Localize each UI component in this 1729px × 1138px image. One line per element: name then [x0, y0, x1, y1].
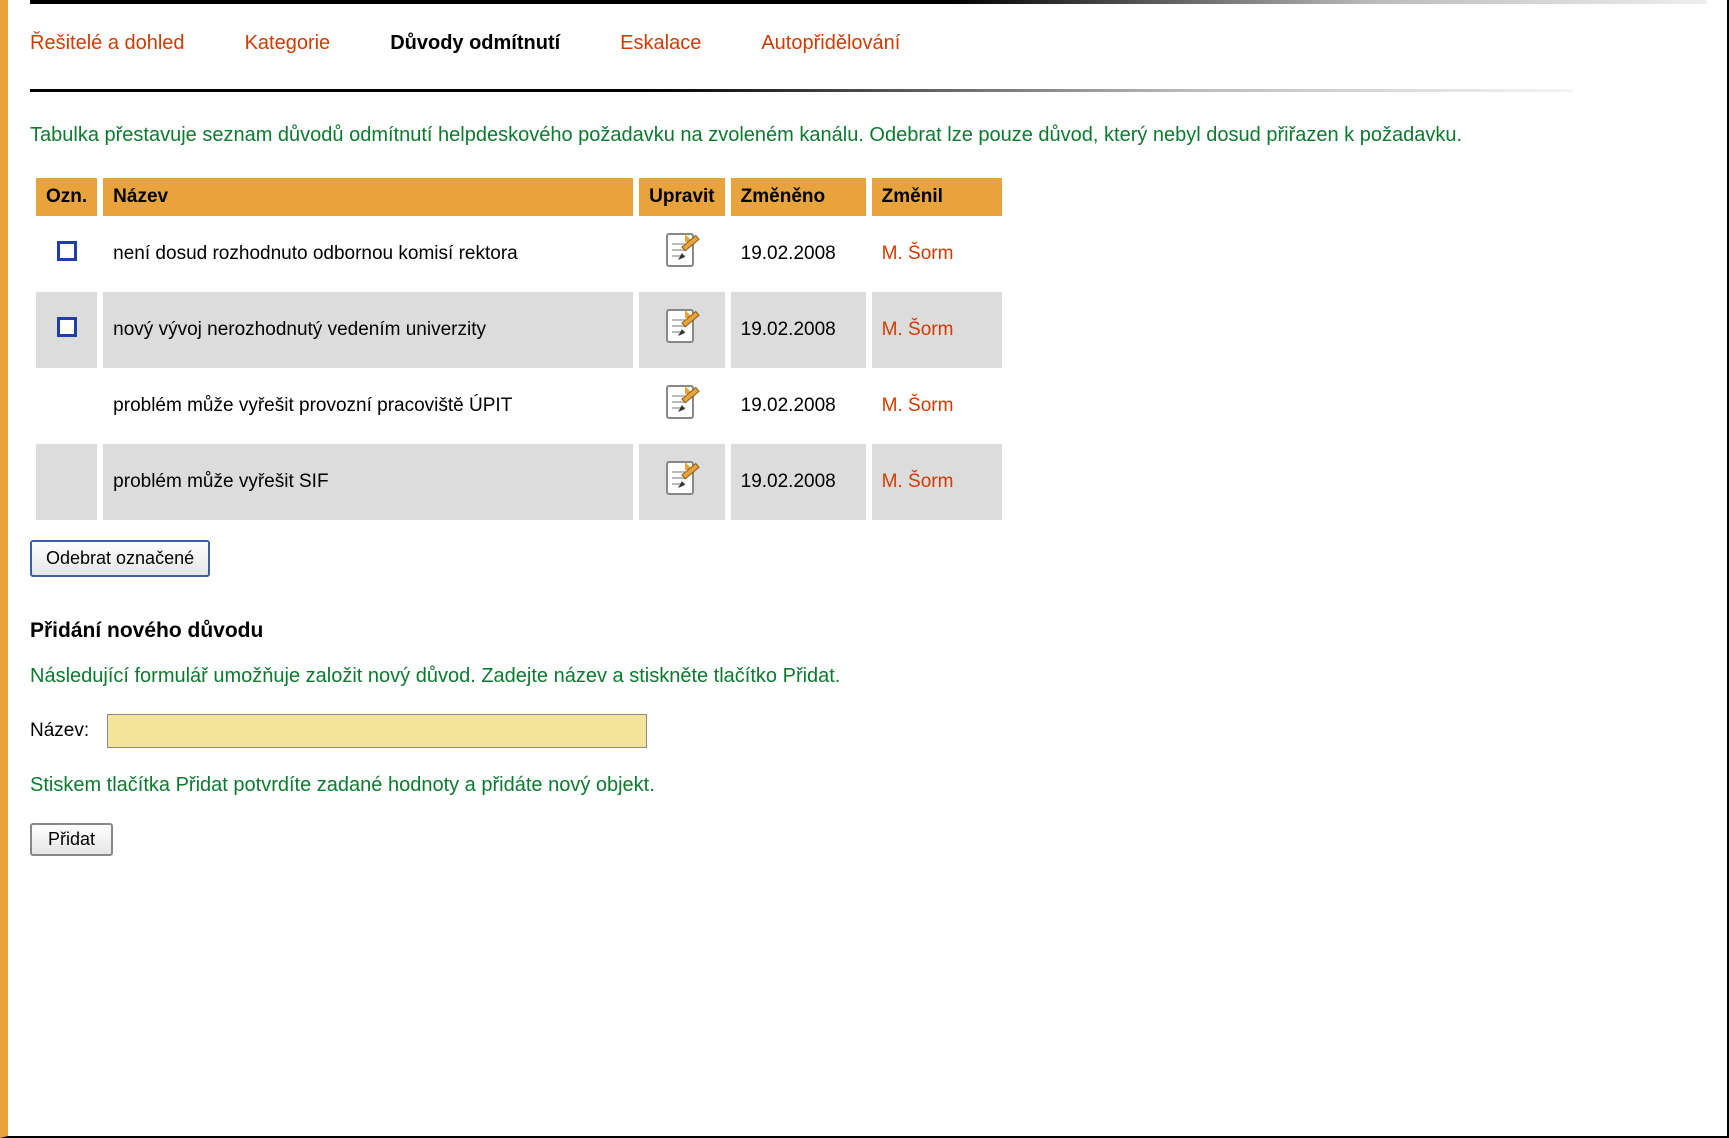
row-changed-by[interactable]: M. Šorm	[882, 395, 954, 416]
header-upravit: Upravit	[639, 178, 724, 216]
remove-selected-button[interactable]: Odebrat označené	[30, 540, 210, 577]
row-changed-date: 19.02.2008	[731, 444, 866, 520]
header-nazev: Název	[103, 178, 633, 216]
header-ozn: Ozn.	[36, 178, 97, 216]
row-name: nový vývoj nerozhodnutý vedením univerzi…	[103, 292, 633, 368]
edit-icon[interactable]	[661, 382, 703, 430]
edit-icon[interactable]	[661, 230, 703, 278]
row-changed-by[interactable]: M. Šorm	[882, 319, 954, 340]
table-row: problém může vyřešit provozní pracoviště…	[36, 368, 1002, 444]
section-separator	[30, 89, 1573, 92]
header-zmeneno: Změněno	[731, 178, 866, 216]
row-changed-date: 19.02.2008	[731, 368, 866, 444]
add-form-row: Název:	[30, 714, 1707, 748]
header-zmenil: Změnil	[872, 178, 1002, 216]
tab-1[interactable]: Kategorie	[245, 32, 331, 55]
add-section-desc2: Stiskem tlačítka Přidat potvrdíte zadané…	[30, 774, 1707, 797]
tab-2[interactable]: Důvody odmítnutí	[390, 32, 560, 55]
name-field-label: Název:	[30, 720, 89, 742]
table-header-row: Ozn. Název Upravit Změněno Změnil	[36, 178, 1002, 216]
row-name: problém může vyřešit SIF	[103, 444, 633, 520]
table-row: problém může vyřešit SIF 19.02.2008 M. Šor…	[36, 444, 1002, 520]
row-checkbox[interactable]	[57, 317, 77, 337]
row-changed-by[interactable]: M. Šorm	[882, 243, 954, 264]
add-section-desc1: Následující formulář umožňuje založit no…	[30, 665, 1707, 688]
tab-0[interactable]: Řešitelé a dohled	[30, 32, 185, 55]
row-checkbox[interactable]	[57, 241, 77, 261]
row-name: není dosud rozhodnuto odbornou komisí re…	[103, 216, 633, 292]
row-changed-date: 19.02.2008	[731, 292, 866, 368]
tab-4[interactable]: Autopřidělování	[761, 32, 900, 55]
row-name: problém může vyřešit provozní pracoviště…	[103, 368, 633, 444]
reasons-table: Ozn. Název Upravit Změněno Změnil není d…	[30, 178, 1008, 520]
page-container: Řešitelé a dohled Kategorie Důvody odmítnu…	[0, 0, 1729, 1138]
intro-text: Tabulka přestavuje seznam důvodů odmítnu…	[30, 120, 1707, 150]
add-section-heading: Přidání nového důvodu	[30, 619, 1707, 643]
table-row: nový vývoj nerozhodnutý vedením univerzi…	[36, 292, 1002, 368]
add-button[interactable]: Přidat	[30, 823, 113, 856]
name-input[interactable]	[107, 714, 647, 748]
tab-3[interactable]: Eskalace	[620, 32, 701, 55]
row-changed-date: 19.02.2008	[731, 216, 866, 292]
table-row: není dosud rozhodnuto odbornou komisí re…	[36, 216, 1002, 292]
row-changed-by[interactable]: M. Šorm	[882, 471, 954, 492]
edit-icon[interactable]	[661, 458, 703, 506]
tab-bar: Řešitelé a dohled Kategorie Důvody odmítnu…	[30, 32, 1707, 55]
edit-icon[interactable]	[661, 306, 703, 354]
top-separator	[30, 0, 1707, 4]
